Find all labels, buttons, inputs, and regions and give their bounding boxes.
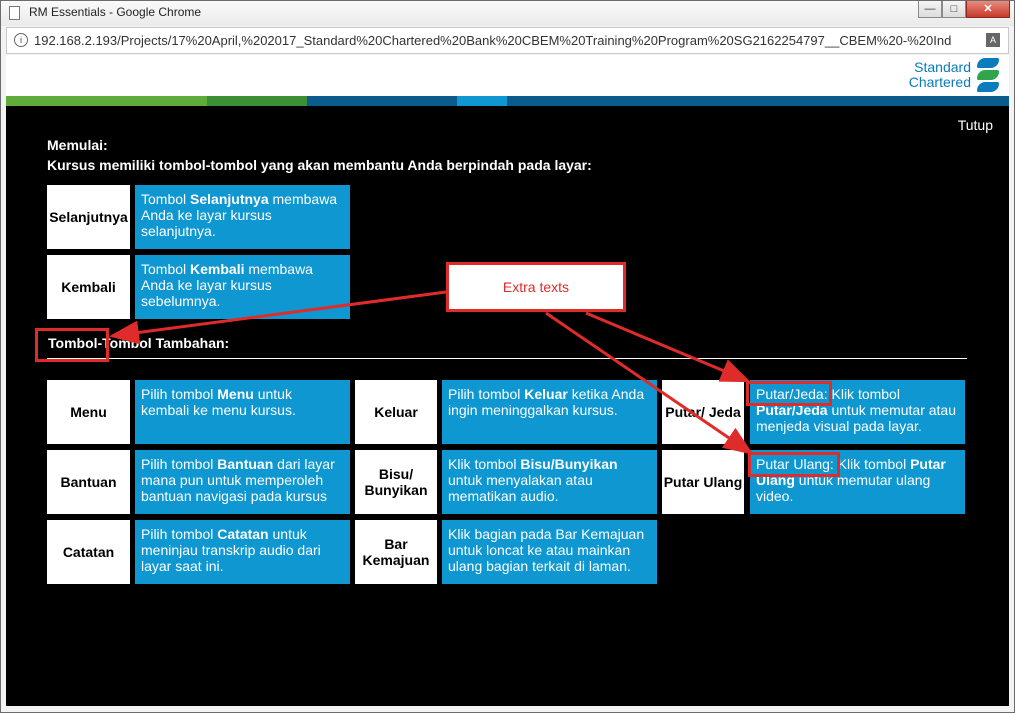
window-title: RM Essentials - Google Chrome: [29, 5, 202, 19]
putar-ulang-button[interactable]: Putar Ulang: [662, 450, 744, 514]
desc-bold: Selanjutnya: [190, 191, 269, 207]
annotation-box-putar-ulang: [748, 452, 840, 477]
close-window-icon[interactable]: ✕: [966, 1, 1010, 18]
stripe-segment: [307, 96, 457, 106]
desc-text: Klik tombol: [448, 456, 521, 472]
intro-heading: Memulai:: [47, 137, 108, 153]
browser-window: RM Essentials - Google Chrome — □ ✕ i 19…: [0, 0, 1015, 713]
desc-bold: Menu: [217, 386, 254, 402]
logo-mark-icon: [977, 58, 999, 92]
title-bar: RM Essentials - Google Chrome — □ ✕: [1, 1, 1014, 26]
desc-text: Pilih tombol: [141, 526, 218, 542]
annotation-label: Extra texts: [446, 262, 626, 312]
logo-line-1: Standard: [914, 59, 971, 75]
window-controls: — □ ✕: [918, 1, 1010, 20]
url-text[interactable]: 192.168.2.193/Projects/17%20April,%20201…: [34, 33, 984, 48]
selanjutnya-button[interactable]: Selanjutnya: [47, 185, 130, 249]
intro-subheading: Kursus memiliki tombol-tombol yang akan …: [47, 157, 592, 173]
minimize-icon[interactable]: —: [918, 1, 942, 18]
kembali-description: Tombol Kembali membawa Anda ke layar kur…: [135, 255, 350, 319]
page-header: Standard Chartered: [6, 55, 1009, 96]
annotation-box-title: [35, 328, 109, 362]
stripe-segment: [507, 96, 1009, 106]
annotation-box-putar-jeda: [746, 381, 832, 406]
course-page: Standard Chartered Tutup Memulai: Kursus…: [6, 55, 1009, 706]
translate-icon[interactable]: A: [986, 33, 1000, 47]
catatan-button[interactable]: Catatan: [47, 520, 130, 584]
bisu-bunyikan-button[interactable]: Bisu/ Bunyikan: [355, 450, 437, 514]
bar-kemajuan-button[interactable]: Bar Kemajuan: [355, 520, 437, 584]
page-icon: [9, 6, 20, 20]
desc-text: Pilih tombol: [141, 456, 218, 472]
maximize-icon[interactable]: □: [942, 1, 966, 18]
logo-line-2: Chartered: [908, 74, 971, 90]
catatan-description: Pilih tombol Catatan untuk meninjau tran…: [135, 520, 350, 584]
info-icon[interactable]: i: [14, 33, 28, 47]
keluar-description: Pilih tombol Keluar ketika Anda ingin me…: [442, 380, 657, 444]
bantuan-description: Pilih tombol Bantuan dari layar mana pun…: [135, 450, 350, 514]
desc-bold: Keluar: [524, 386, 568, 402]
stripe-segment: [457, 96, 507, 106]
selanjutnya-description: Tombol Selanjutnya membawa Anda ke layar…: [135, 185, 350, 249]
address-bar[interactable]: i 192.168.2.193/Projects/17%20April,%202…: [6, 27, 1009, 54]
bantuan-button[interactable]: Bantuan: [47, 450, 130, 514]
bisu-bunyikan-description: Klik tombol Bisu/Bunyikan untuk menyalak…: [442, 450, 657, 514]
desc-text: Pilih tombol: [141, 386, 218, 402]
desc-text: Pilih tombol: [448, 386, 525, 402]
stripe-segment: [6, 96, 207, 106]
putar-jeda-button[interactable]: Putar/ Jeda: [662, 380, 744, 444]
kembali-button[interactable]: Kembali: [47, 255, 130, 319]
menu-description: Pilih tombol Menu untuk kembali ke menu …: [135, 380, 350, 444]
desc-bold: Bantuan: [217, 456, 274, 472]
desc-bold: Bisu/Bunyikan: [520, 456, 618, 472]
stripe-segment: [207, 96, 307, 106]
divider: [47, 358, 967, 359]
desc-text: Klik bagian pada Bar Kemajuan untuk lonc…: [448, 526, 645, 574]
desc-bold: Catatan: [217, 526, 269, 542]
bar-kemajuan-description: Klik bagian pada Bar Kemajuan untuk lonc…: [442, 520, 657, 584]
brand-logo: Standard Chartered: [909, 58, 999, 92]
desc-text: untuk menyalakan atau mematikan audio.: [448, 472, 593, 504]
menu-button[interactable]: Menu: [47, 380, 130, 444]
close-link[interactable]: Tutup: [958, 117, 993, 133]
intro-text: Memulai: Kursus memiliki tombol-tombol y…: [47, 135, 592, 175]
keluar-button[interactable]: Keluar: [355, 380, 437, 444]
desc-bold: Kembali: [190, 261, 245, 277]
desc-text: Tombol: [141, 261, 191, 277]
desc-text: Tombol: [141, 191, 191, 207]
